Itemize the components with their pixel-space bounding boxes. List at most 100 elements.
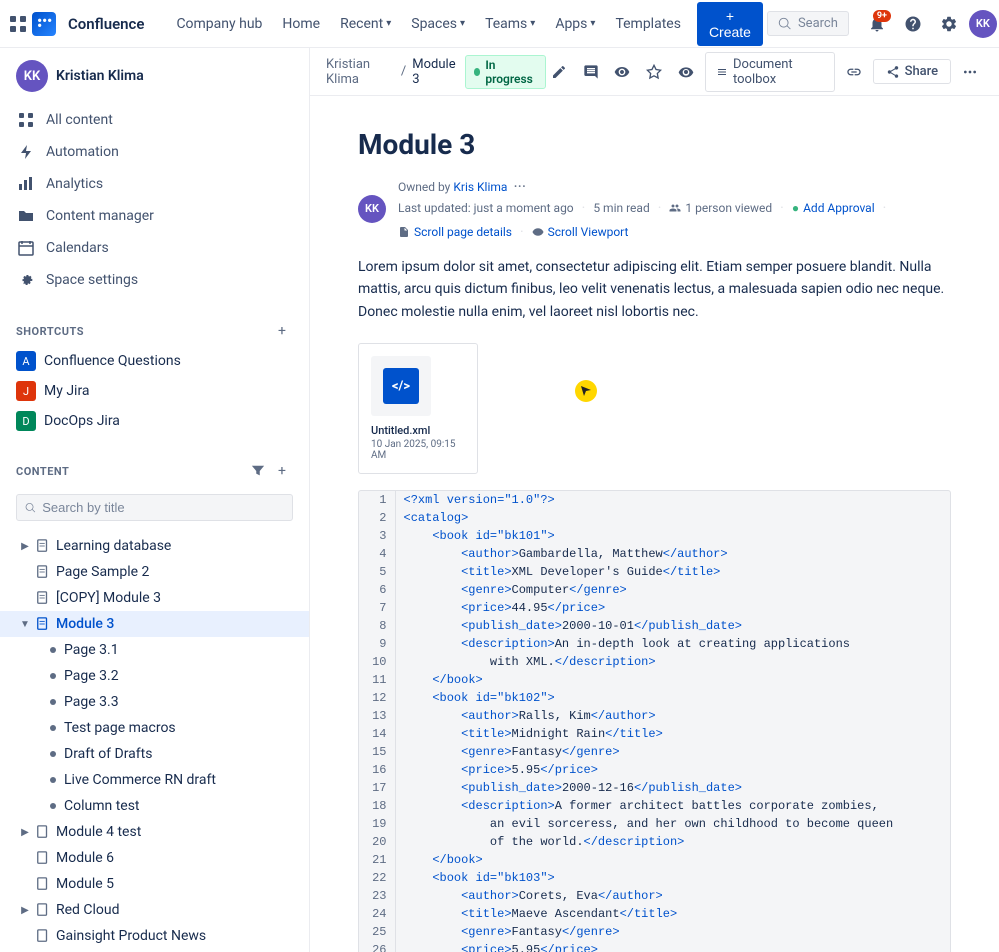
add-shortcut-button[interactable]: + (271, 320, 293, 342)
content-search-box[interactable] (16, 494, 293, 521)
nav-spaces[interactable]: Spaces ▾ (403, 12, 473, 36)
more-options-button[interactable] (957, 57, 983, 87)
search-bar[interactable]: Search (767, 11, 849, 36)
confluence-logo[interactable] (32, 9, 56, 39)
create-button[interactable]: + Create (697, 2, 763, 46)
shortcut-docops-jira[interactable]: D DocOps Jira (0, 406, 309, 436)
sidebar-user-header[interactable]: KK Kristian Klima (0, 48, 309, 104)
tree-item-test-page-macros[interactable]: ▶ Test page macros (0, 715, 309, 741)
nav-recent[interactable]: Recent ▾ (332, 12, 399, 36)
tree-item-module-6[interactable]: ▶ Module 6 (0, 845, 309, 871)
tree-item-gainsight[interactable]: ▶ Gainsight Product News (0, 923, 309, 949)
scroll-page-details-button[interactable]: Scroll page details (398, 225, 512, 239)
tree-label: Column test (64, 798, 293, 814)
tree-item-live-commerce[interactable]: ▶ Live Commerce RN draft (0, 767, 309, 793)
expand-icon: ▶ (16, 901, 34, 919)
comment-button[interactable] (578, 57, 604, 87)
owned-by-label: Owned by Kris Klima (398, 180, 507, 194)
app-grid-icon[interactable] (8, 9, 28, 39)
nav-teams[interactable]: Teams ▾ (477, 12, 543, 36)
help-button[interactable] (897, 8, 929, 40)
tree-item-red-cloud[interactable]: ▶ Red Cloud (0, 897, 309, 923)
nav-right-actions: 9+ KK (861, 8, 997, 40)
tree-item-draft-of-drafts[interactable]: ▶ Draft of Drafts (0, 741, 309, 767)
sidebar-item-calendars[interactable]: Calendars (0, 232, 309, 264)
notifications-button[interactable]: 9+ (861, 8, 893, 40)
document-toolbox-button[interactable]: Document toolbox (705, 52, 835, 92)
sidebar-item-content-manager[interactable]: Content manager (0, 200, 309, 232)
view-button[interactable] (609, 57, 635, 87)
tree-item-module-3[interactable]: ▼ Module 3 (0, 611, 309, 637)
viewers-info: 1 person viewed (669, 201, 772, 215)
sidebar-item-all-content[interactable]: All content (0, 104, 309, 136)
sidebar-label-content-manager: Content manager (46, 208, 154, 224)
attachment-file-icon: </> (383, 368, 419, 404)
add-content-button[interactable]: + (271, 460, 293, 482)
sidebar-item-automation[interactable]: Automation (0, 136, 309, 168)
tree-label: Learning database (56, 538, 293, 554)
edit-button[interactable] (546, 57, 572, 87)
attachment-card[interactable]: </> Untitled.xml 10 Jan 2025, 09:15 AM (358, 343, 478, 474)
sidebar-label-calendars: Calendars (46, 240, 109, 256)
user-avatar[interactable]: KK (969, 10, 997, 38)
owner-link[interactable]: Kris Klima (453, 180, 507, 194)
tree-label: Module 5 (56, 876, 293, 892)
page-icon (34, 563, 52, 581)
nav-home[interactable]: Home (274, 12, 328, 36)
share-label: Share (905, 64, 939, 79)
content-search-input[interactable] (42, 500, 284, 515)
meta-info-row: Last updated: just a moment ago · 5 min … (398, 200, 951, 240)
tree-item-module-5[interactable]: ▶ Module 5 (0, 871, 309, 897)
tree-item-page-3-1[interactable]: ▶ Page 3.1 (0, 637, 309, 663)
sidebar: KK Kristian Klima All content Automation… (0, 48, 310, 952)
copy-link-button[interactable] (841, 57, 867, 87)
code-line: 24 <title>Maeve Ascendant</title> (359, 905, 950, 923)
document-toolbox-label: Document toolbox (733, 57, 824, 87)
tree-item-page-3-3[interactable]: ▶ Page 3.3 (0, 689, 309, 715)
page-meta: KK Owned by Kris Klima ··· Last updated:… (358, 177, 951, 240)
tree-item-column-test[interactable]: ▶ Column test (0, 793, 309, 819)
expand-icon: ▶ (16, 537, 34, 555)
code-block: 1<?xml version="1.0"?>2<catalog>3 <book … (358, 490, 951, 952)
tree-item-learning-database[interactable]: ▶ Learning database (0, 533, 309, 559)
code-line: 18 <description>A former architect battl… (359, 797, 950, 815)
nav-company-hub[interactable]: Company hub (168, 12, 270, 36)
breadcrumb-parent-link[interactable]: Kristian Klima (326, 57, 395, 87)
tree-item-page-sample-2[interactable]: ▶ Page Sample 2 (0, 559, 309, 585)
add-approval-button[interactable]: ● Add Approval (792, 201, 875, 215)
confluence-label[interactable]: Confluence (60, 15, 152, 33)
tree-label: Module 6 (56, 850, 293, 866)
notification-badge: 9+ (873, 10, 891, 22)
shortcut-confluence-questions[interactable]: A Confluence Questions (0, 346, 309, 376)
owner-options-button[interactable]: ··· (513, 177, 526, 196)
code-line: 13 <author>Ralls, Kim</author> (359, 707, 950, 725)
status-badge[interactable]: In progress (465, 55, 546, 89)
code-line: 8 <publish_date>2000-10-01</publish_date… (359, 617, 950, 635)
settings-button[interactable] (933, 8, 965, 40)
nav-templates[interactable]: Templates (607, 12, 689, 36)
scroll-viewport-button[interactable]: Scroll Viewport (532, 225, 629, 239)
shortcut-label-docops-jira: DocOps Jira (44, 413, 120, 429)
page-icon (34, 589, 52, 607)
code-line: 10 with XML.</description> (359, 653, 950, 671)
nav-apps[interactable]: Apps ▾ (547, 12, 603, 36)
breadcrumb: Kristian Klima / Module 3 In progress (326, 55, 546, 89)
lightning-icon (16, 142, 36, 162)
tree-label: Gainsight Product News (56, 928, 293, 944)
tree-item-module-4-test[interactable]: ▶ Module 4 test (0, 819, 309, 845)
tree-label: Page Sample 2 (56, 564, 293, 580)
code-line: 9 <description>An in-depth look at creat… (359, 635, 950, 653)
sidebar-item-space-settings[interactable]: Space settings (0, 264, 309, 296)
sidebar-item-analytics[interactable]: Analytics (0, 168, 309, 200)
shortcut-my-jira[interactable]: J My Jira (0, 376, 309, 406)
tree-item-page-3-2[interactable]: ▶ Page 3.2 (0, 663, 309, 689)
expand-icon: ▼ (16, 615, 34, 633)
watch-button[interactable] (673, 57, 699, 87)
code-line: 1<?xml version="1.0"?> (359, 491, 950, 509)
tree-item-copy-module-3[interactable]: ▶ [COPY] Module 3 (0, 585, 309, 611)
filter-content-button[interactable] (247, 460, 269, 482)
share-button[interactable]: Share (873, 59, 952, 84)
star-button[interactable] (641, 57, 667, 87)
shortcuts-actions: + (271, 320, 293, 342)
code-line: 3 <book id="bk101"> (359, 527, 950, 545)
